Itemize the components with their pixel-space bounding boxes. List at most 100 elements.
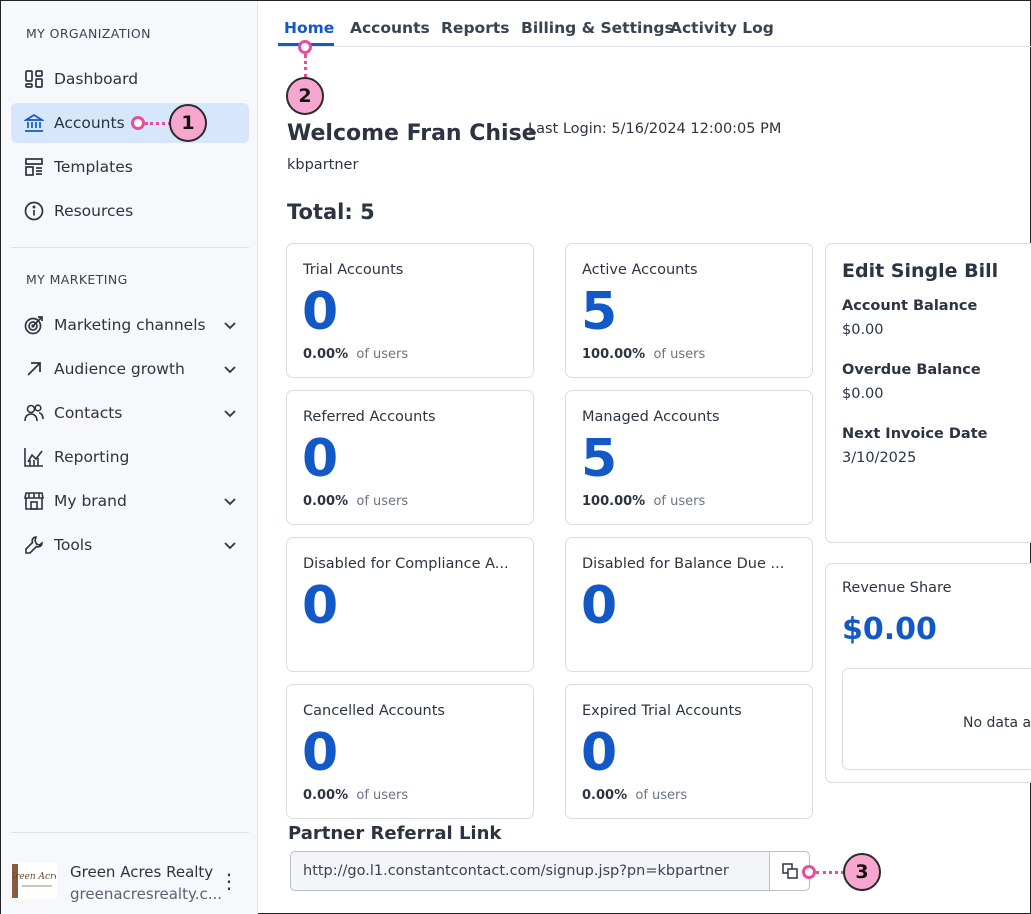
chevron-down-icon xyxy=(224,410,236,418)
sidebar-divider xyxy=(11,832,249,833)
sidebar-item-reporting[interactable]: Reporting xyxy=(11,437,249,477)
card-title: Expired Trial Accounts xyxy=(582,703,742,719)
card-percent: 0.00% of users xyxy=(582,788,688,803)
callout-badge-3: 3 xyxy=(843,853,881,891)
card-referred-accounts[interactable]: Referred Accounts 0 0.00% of users xyxy=(286,390,534,525)
card-title: Referred Accounts xyxy=(303,409,436,425)
bank-icon xyxy=(23,112,45,134)
card-percent: 100.00% of users xyxy=(582,347,706,362)
sidebar-item-resources[interactable]: Resources xyxy=(11,191,249,231)
org-switcher[interactable]: Green Acres Green Acres Realty greenacre… xyxy=(11,851,249,911)
org-url: greenacresrealty.c... xyxy=(70,885,223,903)
sidebar-item-my-brand[interactable]: My brand xyxy=(11,481,249,521)
card-value: 5 xyxy=(581,429,618,489)
org-logo-graphic: Green Acres xyxy=(12,864,56,898)
last-login: Last Login: 5/16/2024 12:00:05 PM xyxy=(528,121,782,137)
card-percent: 0.00% of users xyxy=(303,347,409,362)
sidebar-item-label: Tools xyxy=(54,536,93,554)
card-value: 0 xyxy=(302,282,339,342)
card-value: 5 xyxy=(581,282,618,342)
dashboard-icon xyxy=(23,68,45,90)
sidebar-item-tools[interactable]: Tools xyxy=(11,525,249,565)
sidebar-item-audience-growth[interactable]: Audience growth xyxy=(11,349,249,389)
card-title: Disabled for Compliance A... xyxy=(303,556,509,572)
edit-single-bill-panel: Edit Single Bill Account Balance $0.00 O… xyxy=(825,243,1031,543)
sidebar-item-dashboard[interactable]: Dashboard xyxy=(11,59,249,99)
revenue-chart-empty: No data av xyxy=(842,668,1031,770)
sidebar-item-label: Dashboard xyxy=(54,70,139,88)
revenue-title: Revenue Share xyxy=(842,580,952,596)
revenue-share-panel: Revenue Share $0.00 No data av xyxy=(825,563,1031,783)
target-icon xyxy=(23,314,45,336)
sidebar-item-marketing-channels[interactable]: Marketing channels xyxy=(11,305,249,345)
referral-link-input[interactable] xyxy=(291,852,769,890)
arrow-up-right-icon xyxy=(23,358,45,380)
card-disabled-balance-due[interactable]: Disabled for Balance Due ... 0 xyxy=(565,537,813,672)
card-title: Cancelled Accounts xyxy=(303,703,445,719)
callout-line-2 xyxy=(304,54,307,78)
storefront-icon xyxy=(23,490,45,512)
total-count: Total: 5 xyxy=(287,200,375,224)
card-value: 0 xyxy=(302,429,339,489)
card-value: 0 xyxy=(302,576,339,636)
section-label-organization: MY ORGANIZATION xyxy=(26,26,151,41)
overdue-balance-value: $0.00 xyxy=(842,386,884,402)
account-balance-value: $0.00 xyxy=(842,322,884,338)
card-title: Disabled for Balance Due ... xyxy=(582,556,785,572)
org-logo: Green Acres xyxy=(11,863,57,899)
tab-home[interactable]: Home xyxy=(284,19,334,37)
sidebar-item-label: Reporting xyxy=(54,448,130,466)
referral-title: Partner Referral Link xyxy=(288,823,502,844)
templates-icon xyxy=(23,156,45,178)
tab-activity-log[interactable]: Activity Log xyxy=(670,19,774,37)
card-active-accounts[interactable]: Active Accounts 5 100.00% of users xyxy=(565,243,813,378)
tab-reports[interactable]: Reports xyxy=(441,19,509,37)
card-value: 0 xyxy=(581,723,618,783)
card-value: 0 xyxy=(302,723,339,783)
top-tabs: Home Accounts Reports Billing & Settings… xyxy=(278,1,1031,47)
card-managed-accounts[interactable]: Managed Accounts 5 100.00% of users xyxy=(565,390,813,525)
card-title: Managed Accounts xyxy=(582,409,720,425)
sidebar-item-templates[interactable]: Templates xyxy=(11,147,249,187)
chart-icon xyxy=(23,446,45,468)
card-trial-accounts[interactable]: Trial Accounts 0 0.00% of users xyxy=(286,243,534,378)
card-percent: 0.00% of users xyxy=(303,494,409,509)
sidebar-divider xyxy=(11,247,249,248)
next-invoice-value: 3/10/2025 xyxy=(842,450,917,466)
referral-link-field xyxy=(290,851,810,891)
sidebar-item-label: Accounts xyxy=(54,114,125,132)
callout-badge-1: 1 xyxy=(169,104,207,142)
card-value: 0 xyxy=(581,576,618,636)
card-cancelled-accounts[interactable]: Cancelled Accounts 0 0.00% of users xyxy=(286,684,534,819)
tab-accounts[interactable]: Accounts xyxy=(350,19,430,37)
sidebar-item-label: Contacts xyxy=(54,404,123,422)
card-title: Trial Accounts xyxy=(303,262,404,278)
chevron-down-icon xyxy=(224,322,236,330)
sidebar-item-label: My brand xyxy=(54,492,127,510)
account-balance-label: Account Balance xyxy=(842,298,978,314)
tab-billing-settings[interactable]: Billing & Settings xyxy=(521,19,674,37)
more-options-icon[interactable]: ⋮ xyxy=(219,871,239,891)
card-percent: 0.00% of users xyxy=(303,788,409,803)
sidebar-item-label: Resources xyxy=(54,202,134,220)
wrench-icon xyxy=(23,534,45,556)
svg-text:Green Acres: Green Acres xyxy=(12,872,56,882)
section-label-marketing: MY MARKETING xyxy=(26,272,128,287)
card-disabled-compliance[interactable]: Disabled for Compliance A... 0 xyxy=(286,537,534,672)
org-name: Green Acres Realty xyxy=(70,863,214,881)
revenue-value: $0.00 xyxy=(842,612,937,647)
chevron-down-icon xyxy=(224,542,236,550)
next-invoice-label: Next Invoice Date xyxy=(842,426,988,442)
callout-anchor-1 xyxy=(131,116,145,130)
bill-title[interactable]: Edit Single Bill xyxy=(842,260,998,282)
sidebar: MY ORGANIZATION Dashboard Accounts Templ… xyxy=(1,1,258,914)
username: kbpartner xyxy=(287,157,359,173)
sidebar-item-label: Marketing channels xyxy=(54,316,206,334)
chevron-down-icon xyxy=(224,498,236,506)
card-expired-trial-accounts[interactable]: Expired Trial Accounts 0 0.00% of users xyxy=(565,684,813,819)
overdue-balance-label: Overdue Balance xyxy=(842,362,981,378)
sidebar-item-contacts[interactable]: Contacts xyxy=(11,393,249,433)
chevron-down-icon xyxy=(224,366,236,374)
sidebar-item-label: Audience growth xyxy=(54,360,185,378)
sidebar-item-accounts[interactable]: Accounts xyxy=(11,103,249,143)
